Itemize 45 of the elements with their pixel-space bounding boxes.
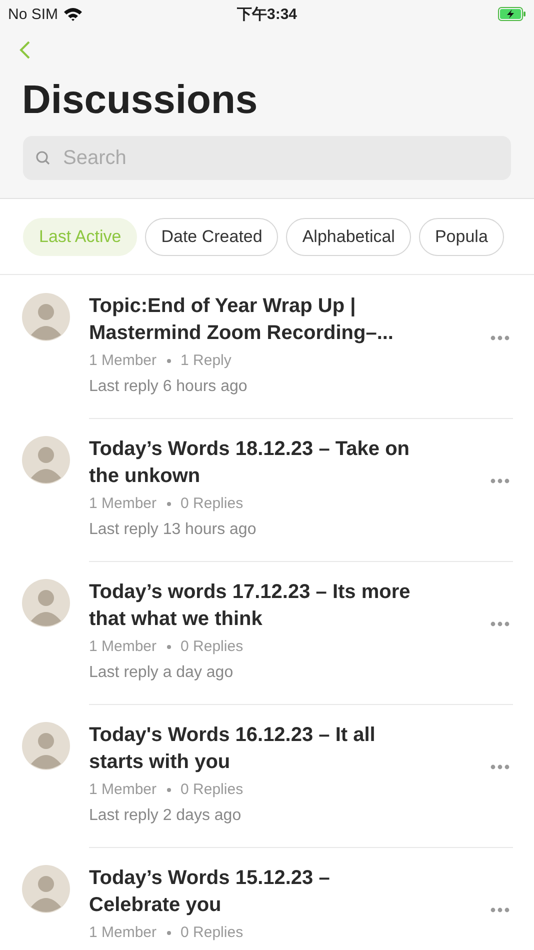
last-reply-time: Last reply 2 days ago	[89, 807, 242, 825]
discussion-title[interactable]: Today's Words 16.12.23 – It all starts with you	[89, 722, 421, 776]
battery-icon	[498, 7, 526, 21]
discussion-title[interactable]: Today’s Words 15.12.23 – Celebrate you	[89, 865, 421, 919]
last-reply-time: Last reply 6 hours ago	[89, 378, 248, 396]
ellipsis-icon	[490, 478, 510, 484]
discussion-title[interactable]: Today’s words 17.12.23 – Its more that what we think	[89, 579, 421, 633]
separator-dot-icon	[166, 359, 171, 363]
member-count: 1 Member	[89, 923, 157, 943]
avatar-icon	[22, 293, 70, 341]
filter-chip[interactable]: Date Created	[145, 218, 278, 256]
last-reply-time: Last reply 13 hours ago	[89, 521, 258, 539]
separator-dot-icon	[166, 502, 171, 506]
member-count: 1 Member	[89, 494, 157, 514]
reply-count: 0 Replies	[180, 780, 244, 800]
ellipsis-icon	[490, 335, 510, 341]
clock-time: 下午3:34	[236, 4, 298, 24]
member-count: 1 Member	[89, 637, 157, 657]
ellipsis-icon	[490, 764, 510, 770]
ellipsis-icon	[490, 621, 510, 627]
filter-chip[interactable]: Popula	[418, 218, 504, 256]
search-field[interactable]: Search	[23, 136, 511, 180]
page-title: Discussions	[22, 77, 259, 124]
reply-count: 0 Replies	[180, 637, 244, 657]
discussion-title[interactable]: Topic:End of Year Wrap Up | Mastermind Zoom Recording–...	[89, 293, 421, 347]
ellipsis-icon	[490, 907, 510, 913]
reply-count: 0 Replies	[180, 923, 244, 943]
member-count: 1 Member	[89, 780, 157, 800]
separator-dot-icon	[166, 645, 171, 649]
search-icon	[35, 150, 51, 166]
separator-dot-icon	[166, 931, 171, 935]
wifi-icon	[63, 7, 84, 21]
filter-chip[interactable]: Alphabetical	[286, 218, 411, 256]
reply-count: 0 Replies	[180, 494, 244, 514]
discussion-title[interactable]: Today’s Words 18.12.23 – Take on the unkown	[89, 436, 421, 490]
last-reply-time: Last reply a day ago	[89, 664, 234, 682]
member-count: 1 Member	[89, 351, 157, 371]
chevron-left-icon	[19, 40, 31, 60]
carrier-label: No SIM	[8, 6, 58, 22]
avatar-icon	[22, 436, 70, 484]
avatar-icon	[22, 579, 70, 627]
avatar-icon	[22, 722, 70, 770]
avatar-icon	[22, 865, 70, 913]
reply-count: 1 Reply	[180, 351, 232, 371]
separator-dot-icon	[166, 788, 171, 792]
